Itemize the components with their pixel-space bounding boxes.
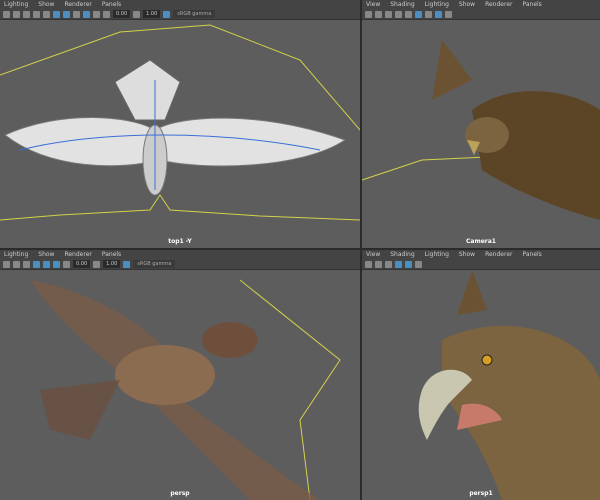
menu-shading[interactable]: Shading [390, 1, 414, 8]
camera-icon[interactable] [3, 10, 10, 18]
menu-renderer[interactable]: Renderer [64, 1, 91, 8]
eagle-body [115, 345, 215, 405]
bookmark-icon[interactable] [385, 10, 392, 18]
color-management-icon[interactable] [163, 10, 171, 18]
lights-icon[interactable] [425, 10, 432, 18]
bird-top-view [0, 24, 360, 221]
select-camera-icon[interactable] [365, 10, 372, 18]
camera-label: persp [170, 490, 190, 497]
eagle-crest [457, 270, 487, 315]
panel-toolbar [362, 9, 600, 20]
eagle-wing [432, 40, 472, 100]
color-space-dropdown[interactable]: sRGB gamma [173, 10, 216, 18]
exposure-icon [103, 10, 110, 18]
menu-show[interactable]: Show [459, 251, 475, 258]
menu-panels[interactable]: Panels [522, 251, 541, 258]
bookmark-icon[interactable] [13, 260, 20, 268]
isolate-icon[interactable] [445, 10, 452, 18]
eagle-head [202, 322, 258, 358]
menu-renderer[interactable]: Renderer [64, 251, 91, 258]
panel-menubar: View Shading Lighting Show Renderer Pane… [362, 250, 600, 259]
menu-panels[interactable]: Panels [522, 1, 541, 8]
resolution-gate-icon[interactable] [405, 10, 412, 18]
exposure-field[interactable]: 0.00 [73, 260, 91, 268]
menu-view[interactable]: View [366, 1, 380, 8]
grid-icon[interactable] [395, 10, 402, 18]
gamma-field[interactable]: 1.00 [103, 260, 121, 268]
exposure-field[interactable]: 0.00 [113, 10, 131, 18]
gamma-icon [93, 260, 101, 268]
camera-label: top1 -Y [168, 238, 192, 245]
textured-icon[interactable] [405, 260, 412, 268]
viewport-persp[interactable]: Lighting Show Renderer Panels 0.00 1.00 … [0, 250, 360, 500]
menu-renderer[interactable]: Renderer [485, 251, 512, 258]
isolate-icon[interactable] [93, 10, 100, 18]
eagle-persp-view [30, 279, 341, 500]
menu-lighting[interactable]: Lighting [425, 251, 449, 258]
grid-icon[interactable] [385, 260, 392, 268]
resolution-gate-icon[interactable] [43, 10, 50, 18]
menu-lighting[interactable]: Lighting [4, 251, 28, 258]
bird-wings [4, 117, 347, 167]
nurbs-curve [0, 24, 360, 131]
menu-show[interactable]: Show [38, 251, 54, 258]
menu-panels[interactable]: Panels [102, 251, 121, 258]
menu-show[interactable]: Show [459, 1, 475, 8]
eagle-eye [481, 354, 493, 366]
camera-icon[interactable] [375, 260, 382, 268]
image-plane-icon[interactable] [23, 10, 30, 18]
camera-icon[interactable] [375, 10, 382, 18]
nurbs-curve [0, 194, 360, 221]
panel-menubar: Lighting Show Renderer Panels [0, 0, 360, 9]
panel-toolbar [362, 259, 600, 270]
bird-tail [114, 59, 181, 121]
lights-icon[interactable] [415, 260, 422, 268]
eagle-body [472, 91, 600, 220]
panel-toolbar: 0.00 1.00 sRGB gamma [0, 259, 360, 270]
menu-view[interactable]: View [366, 251, 380, 258]
wireframe-icon[interactable] [33, 260, 40, 268]
color-management-icon[interactable] [123, 260, 131, 268]
viewport-persp1[interactable]: View Shading Lighting Show Renderer Pane… [362, 250, 600, 500]
menu-lighting[interactable]: Lighting [425, 1, 449, 8]
wireframe-icon[interactable] [53, 10, 60, 18]
menu-show[interactable]: Show [38, 1, 54, 8]
panel-toolbar: 0.00 1.00 sRGB gamma [0, 9, 360, 20]
menu-renderer[interactable]: Renderer [485, 1, 512, 8]
textured-icon[interactable] [63, 10, 70, 18]
eagle-camera1-view [362, 40, 600, 220]
color-space-dropdown[interactable]: sRGB gamma [133, 260, 176, 268]
menu-shading[interactable]: Shading [390, 251, 414, 258]
wireframe-icon[interactable] [395, 260, 402, 268]
grid-icon[interactable] [33, 10, 40, 18]
gamma-icon [133, 10, 141, 18]
gamma-field[interactable]: 1.00 [143, 10, 161, 18]
panel-menubar: Lighting Show Renderer Panels [0, 250, 360, 259]
panel-menubar: View Shading Lighting Show Renderer Pane… [362, 0, 600, 9]
textured-icon[interactable] [43, 260, 50, 268]
lights-icon[interactable] [73, 10, 80, 18]
menu-lighting[interactable]: Lighting [4, 1, 28, 8]
menu-panels[interactable]: Panels [102, 1, 121, 8]
grid-icon[interactable] [23, 260, 30, 268]
wireframe-icon[interactable] [415, 10, 422, 18]
textured-icon[interactable] [435, 10, 442, 18]
select-camera-icon[interactable] [365, 260, 372, 268]
bookmark-icon[interactable] [13, 10, 20, 18]
eagle-head-view [418, 270, 600, 500]
camera-icon[interactable] [3, 260, 10, 268]
eagle-tail [40, 380, 120, 440]
xray-icon[interactable] [53, 260, 60, 268]
camera-label: Camera1 [466, 238, 496, 245]
exposure-icon [63, 260, 70, 268]
viewport-top[interactable]: Lighting Show Renderer Panels 0.00 1.00 … [0, 0, 360, 248]
viewport-camera1[interactable]: View Shading Lighting Show Renderer Pane… [362, 0, 600, 248]
camera-label: persp1 [469, 490, 493, 497]
xray-icon[interactable] [83, 10, 90, 18]
